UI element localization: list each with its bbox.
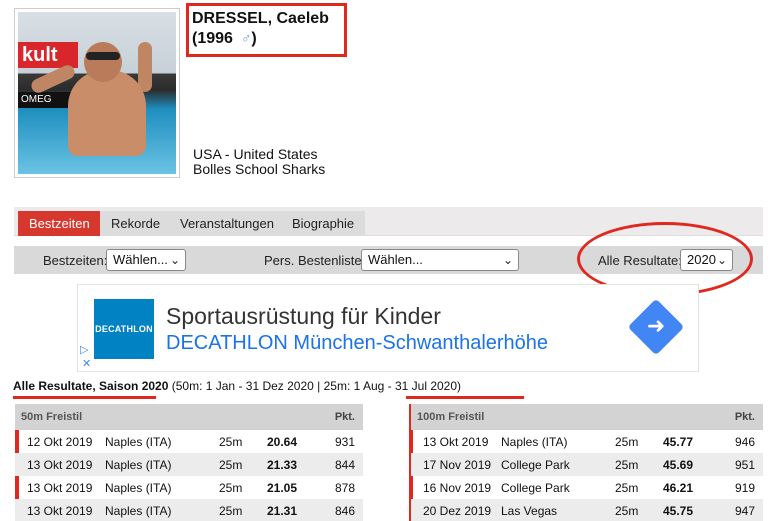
result-date: 13 Okt 2019 [27,480,93,495]
result-course: 25m [615,499,663,521]
bestzeiten-select-value: Wählen... [113,252,168,267]
result-date: 12 Okt 2019 [27,434,93,449]
athlete-birth-year: (1996 ♂) [192,30,257,48]
ad-close-icon[interactable]: ✕ [82,357,91,370]
result-city[interactable]: Naples (ITA) [101,430,219,453]
table-row[interactable]: 17 Nov 2019 College Park 25m 45.69 951 [411,453,763,476]
table-row[interactable]: 13 Okt 2019 Naples (ITA) 25m 21.33 844 [15,453,363,476]
table-row[interactable]: 13 Okt 2019 Naples (ITA) 25m 21.05 878 [15,476,363,499]
result-date: 13 Okt 2019 [15,499,101,521]
result-city[interactable]: College Park [497,476,615,499]
male-icon: ♂ [240,30,252,46]
points-header: Pkt. [323,404,363,430]
athlete-photo-image: kult OMEG [18,12,176,174]
caption-underline-right [406,396,524,399]
bestzeiten-label: Bestzeiten: [43,253,108,268]
photo-goggles [86,52,120,60]
results-caption-range: (50m: 1 Jan - 31 Dez 2020 | 25m: 1 Aug -… [168,379,462,393]
result-course: 25m [219,499,267,521]
result-course: 25m [219,453,267,476]
result-date: 13 Okt 2019 [15,453,101,476]
result-date: 13 Okt 2019 [423,434,489,449]
pers-bestenliste-select-value: Wählen... [368,252,423,267]
tab-veranstaltungen[interactable]: Veranstaltungen [169,211,285,236]
result-date: 20 Dez 2019 [411,499,497,521]
decathlon-logo: DECATHLON [94,299,154,359]
advertisement[interactable]: DECATHLON Sportausrüstung für Kinder DEC… [77,284,699,372]
result-city[interactable]: Naples (ITA) [101,476,219,499]
ad-info-icon[interactable]: ▷ [80,343,88,356]
athlete-photo: kult OMEG [14,8,180,178]
result-date: 17 Nov 2019 [411,453,497,476]
bestzeiten-select[interactable]: Wählen... ⌄ [106,249,186,271]
result-time[interactable]: 45.77 [663,430,719,453]
result-course: 25m [615,480,639,495]
result-time[interactable]: 20.64 [267,430,323,453]
athlete-name: DRESSEL, Caeleb [192,10,329,27]
pers-bestenliste-label: Pers. Bestenliste: [264,253,366,268]
result-city[interactable]: Naples (ITA) [101,453,219,476]
result-course: 25m [219,434,243,449]
result-time[interactable]: 21.33 [267,453,323,476]
tab-bestzeiten[interactable]: Bestzeiten [18,211,101,236]
table-row[interactable]: 16 Nov 2019 College Park 25m 46.21 919 [411,476,763,499]
photo-swimmer-head [84,42,122,82]
result-time[interactable]: 21.05 [267,476,323,499]
ad-title[interactable]: Sportausrüstung für Kinder [166,303,441,330]
result-course: 25m [615,434,639,449]
birth-year-text: (1996 [192,30,233,47]
result-course: 25m [615,453,663,476]
result-points: 951 [719,453,763,476]
result-city[interactable]: Naples (ITA) [101,499,219,521]
result-time[interactable]: 45.69 [663,453,719,476]
result-points: 947 [719,499,763,521]
result-points: 919 [734,480,755,495]
photo-swimmer-body [68,70,146,156]
table-row[interactable]: 13 Okt 2019 Naples (ITA) 25m 21.31 846 [15,499,363,521]
result-points: 931 [334,434,355,449]
caption-underline-left [13,396,156,399]
result-time[interactable]: 45.75 [663,499,719,521]
athlete-country: USA - United States [193,146,318,162]
table-row[interactable]: 12 Okt 2019 Naples (ITA) 25m 20.64 931 [15,430,363,453]
result-city[interactable]: College Park [497,453,615,476]
result-points: 846 [323,499,363,521]
pers-bestenliste-select[interactable]: Wählen... ⌄ [361,249,519,271]
result-course: 25m [219,480,243,495]
result-date: 16 Nov 2019 [423,480,492,495]
result-points: 878 [334,480,355,495]
event-header[interactable]: 50m Freistil [15,404,323,430]
birth-year-close: ) [251,30,257,47]
tab-biographie[interactable]: Biographie [281,211,366,236]
result-points: 844 [323,453,363,476]
results-caption-title: Alle Resultate, Saison 2020 [13,379,169,393]
result-time[interactable]: 21.31 [267,499,323,521]
ad-subtitle[interactable]: DECATHLON München-Schwanthalerhöhe [166,332,548,355]
results-table-100m: 100m Freistil Pkt. 13 Okt 2019 Naples (I… [411,404,763,521]
chevron-down-icon: ⌄ [502,253,513,267]
table-row[interactable]: 13 Okt 2019 Naples (ITA) 25m 45.77 946 [411,430,763,453]
result-city[interactable]: Las Vegas [497,499,615,521]
result-points: 946 [734,434,755,449]
results-table-50m: 50m Freistil Pkt. 12 Okt 2019 Naples (IT… [15,404,363,521]
results-caption: Alle Resultate, Saison 2020 (50m: 1 Jan … [13,379,461,393]
result-time[interactable]: 46.21 [663,476,719,499]
chevron-down-icon: ⌄ [169,253,180,267]
tab-rekorde[interactable]: Rekorde [100,211,172,236]
points-header: Pkt. [719,404,763,430]
arrow-right-icon: ➜ [646,313,666,338]
photo-arm-right [138,42,152,92]
table-row[interactable]: 20 Dez 2019 Las Vegas 25m 45.75 947 [411,499,763,521]
event-header[interactable]: 100m Freistil [411,404,719,430]
result-city[interactable]: Naples (ITA) [497,430,615,453]
athlete-club[interactable]: Bolles School Sharks [193,161,325,177]
